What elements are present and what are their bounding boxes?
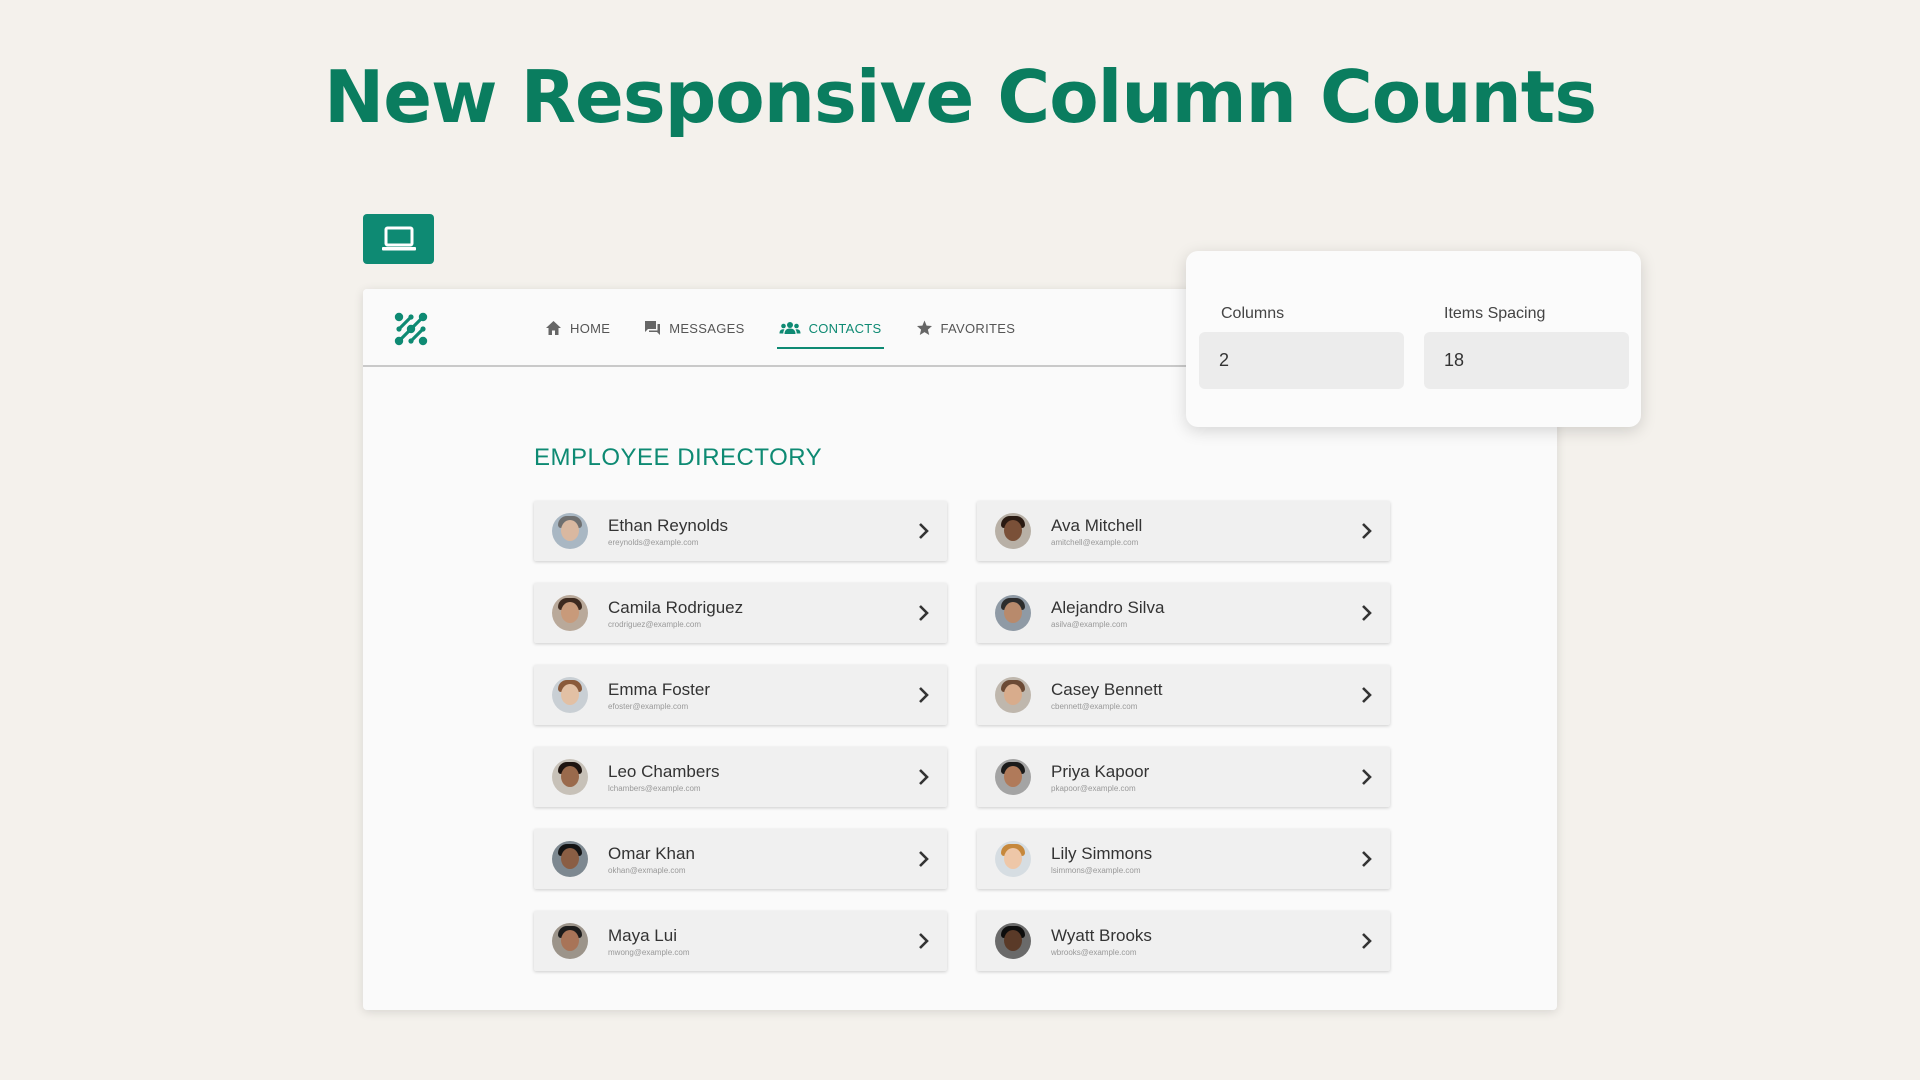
items-spacing-input[interactable]: [1424, 332, 1629, 389]
avatar: [995, 923, 1031, 959]
contact-name: Ava Mitchell: [1051, 515, 1143, 535]
contact-email: amitchell@example.com: [1051, 537, 1139, 547]
contact-card[interactable]: Priya Kapoor pkapoor@example.com: [977, 747, 1390, 807]
nav-messages-label: MESSAGES: [669, 320, 745, 336]
chevron-right-icon[interactable]: [917, 604, 929, 622]
laptop-icon: [381, 226, 416, 251]
contact-card[interactable]: Emma Foster efoster@example.com: [534, 665, 947, 725]
contact-text: Camila Rodriguez crodriguez@example.com: [608, 598, 743, 629]
contact-text: Lily Simmons lsimmons@example.com: [1051, 844, 1152, 875]
avatar: [552, 923, 588, 959]
contact-name: Ethan Reynolds: [608, 515, 729, 535]
chevron-right-icon[interactable]: [917, 686, 929, 704]
contact-name: Omar Khan: [608, 843, 695, 863]
contact-name: Priya Kapoor: [1051, 761, 1150, 781]
contact-email: mwong@example.com: [608, 947, 690, 957]
nav-home[interactable]: HOME: [545, 289, 610, 367]
contact-text: Ethan Reynolds ereynolds@example.com: [608, 516, 728, 547]
chevron-right-icon[interactable]: [1360, 522, 1372, 540]
device-toggle-button[interactable]: [363, 214, 434, 264]
contact-text: Casey Bennett cbennett@example.com: [1051, 680, 1163, 711]
chevron-right-icon[interactable]: [1360, 768, 1372, 786]
columns-input[interactable]: [1199, 332, 1404, 389]
nav-home-label: HOME: [570, 320, 611, 336]
chevron-right-icon[interactable]: [917, 932, 929, 950]
contact-card[interactable]: Ava Mitchell amitchell@example.com: [977, 501, 1390, 561]
avatar: [552, 513, 588, 549]
avatar: [995, 759, 1031, 795]
contact-card[interactable]: Alejandro Silva asilva@example.com: [977, 583, 1390, 643]
headline: New Responsive Column Counts: [323, 55, 1597, 139]
contact-name: Alejandro Silva: [1051, 597, 1165, 617]
contact-text: Leo Chambers lchambers@example.com: [608, 762, 720, 793]
contacts-grid: Ethan Reynolds ereynolds@example.com Ava M…: [534, 501, 1390, 971]
contact-email: lsimmons@example.com: [1051, 865, 1141, 875]
nav-favorites-label: FAVORITES: [940, 320, 1016, 336]
contact-name: Emma Foster: [608, 679, 711, 699]
avatar: [995, 513, 1031, 549]
contact-text: Omar Khan okhan@exmaple.com: [608, 844, 695, 875]
chevron-right-icon[interactable]: [1360, 850, 1372, 868]
contact-email: cbennett@example.com: [1051, 701, 1138, 711]
contact-text: Emma Foster efoster@example.com: [608, 680, 710, 711]
nav-favorites[interactable]: FAVORITES: [916, 289, 1016, 367]
contact-email: efoster@example.com: [608, 701, 689, 711]
chevron-right-icon[interactable]: [1360, 604, 1372, 622]
contact-card[interactable]: Lily Simmons lsimmons@example.com: [977, 829, 1390, 889]
chevron-right-icon[interactable]: [917, 850, 929, 868]
avatar: [552, 677, 588, 713]
contact-text: Maya Lui mwong@example.com: [608, 926, 689, 957]
contact-email: lchambers@example.com: [608, 783, 701, 793]
contact-email: crodriguez@example.com: [608, 619, 702, 629]
main-nav: HOME MESSAGES CONTACTS FAVORITES: [545, 289, 1049, 367]
contact-name: Casey Bennett: [1051, 679, 1163, 699]
contact-text: Wyatt Brooks wbrooks@example.com: [1051, 926, 1152, 957]
nav-contacts[interactable]: CONTACTS: [776, 289, 884, 367]
contact-card[interactable]: Ethan Reynolds ereynolds@example.com: [534, 501, 947, 561]
nav-messages[interactable]: MESSAGES: [644, 289, 744, 367]
layout-settings-panel: Columns Items Spacing: [1186, 251, 1641, 427]
nav-contacts-label: CONTACTS: [808, 320, 882, 336]
chevron-right-icon[interactable]: [1360, 932, 1372, 950]
contact-name: Leo Chambers: [608, 761, 720, 781]
contact-email: ereynolds@example.com: [608, 537, 699, 547]
contact-email: okhan@exmaple.com: [608, 865, 686, 875]
contact-email: asilva@example.com: [1051, 619, 1128, 629]
avatar: [995, 841, 1031, 877]
avatar: [552, 595, 588, 631]
home-icon: [546, 321, 561, 335]
chat-icon: [645, 321, 661, 335]
star-icon: [916, 320, 932, 335]
avatar: [552, 841, 588, 877]
contact-card[interactable]: Casey Bennett cbennett@example.com: [977, 665, 1390, 725]
contact-name: Maya Lui: [608, 925, 677, 945]
contact-text: Priya Kapoor pkapoor@example.com: [1051, 762, 1149, 793]
contact-name: Wyatt Brooks: [1051, 925, 1152, 945]
items-spacing-label: Items Spacing: [1444, 305, 1546, 322]
avatar: [995, 677, 1031, 713]
chevron-right-icon[interactable]: [1360, 686, 1372, 704]
app-logo-icon[interactable]: [393, 311, 429, 347]
contact-card[interactable]: Camila Rodriguez crodriguez@example.com: [534, 583, 947, 643]
contact-email: wbrooks@example.com: [1051, 947, 1137, 957]
contact-text: Alejandro Silva asilva@example.com: [1051, 598, 1164, 629]
columns-label: Columns: [1221, 305, 1285, 322]
contact-name: Camila Rodriguez: [608, 597, 744, 617]
contact-name: Lily Simmons: [1051, 843, 1153, 863]
chevron-right-icon[interactable]: [917, 768, 929, 786]
people-icon: [779, 322, 801, 334]
contact-card[interactable]: Omar Khan okhan@exmaple.com: [534, 829, 947, 889]
contact-email: pkapoor@example.com: [1051, 783, 1136, 793]
contact-card[interactable]: Leo Chambers lchambers@example.com: [534, 747, 947, 807]
contact-text: Ava Mitchell amitchell@example.com: [1051, 516, 1142, 547]
directory-title: EMPLOYEE DIRECTORY: [534, 444, 823, 471]
contact-card[interactable]: Maya Lui mwong@example.com: [534, 911, 947, 971]
avatar: [552, 759, 588, 795]
chevron-right-icon[interactable]: [917, 522, 929, 540]
contact-card[interactable]: Wyatt Brooks wbrooks@example.com: [977, 911, 1390, 971]
avatar: [995, 595, 1031, 631]
